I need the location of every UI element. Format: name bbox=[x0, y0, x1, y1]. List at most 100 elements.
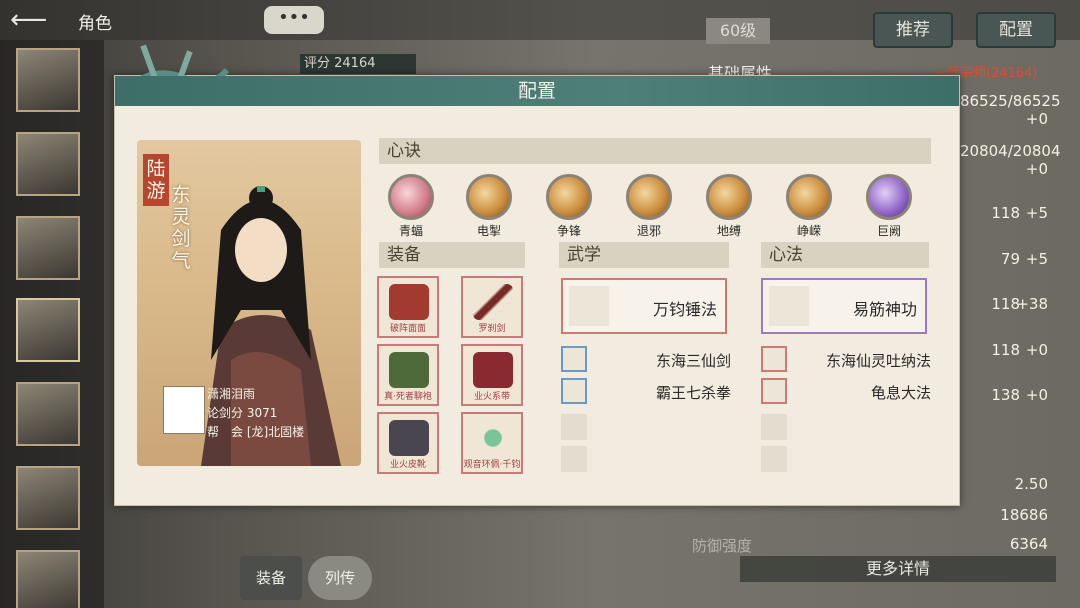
fist-stance-icon bbox=[561, 378, 587, 404]
heart-item[interactable]: 东海仙灵吐纳法 bbox=[761, 346, 931, 372]
equipment-slot[interactable]: 罗刹剑 bbox=[461, 276, 523, 338]
skill-label: 巨阙 bbox=[876, 224, 901, 238]
config-button[interactable]: 配置 bbox=[976, 12, 1056, 48]
stat-value: 6364 bbox=[1009, 535, 1048, 553]
equipment-name: 真·死者聊袍 bbox=[384, 392, 432, 402]
recommend-button[interactable]: 推荐 bbox=[873, 12, 953, 48]
equipment-slot[interactable]: 破阵面面 bbox=[377, 276, 439, 338]
skill-slot[interactable]: 地缚 bbox=[705, 174, 753, 239]
equipment-name: 罗刹剑 bbox=[478, 324, 506, 334]
equipment-slot[interactable]: 真·死者聊袍 bbox=[377, 344, 439, 406]
heart-main-name: 易筋神功 bbox=[852, 300, 917, 319]
lotus-icon bbox=[761, 346, 787, 372]
empty-heart-slot[interactable] bbox=[761, 446, 787, 472]
martial-main-slot[interactable]: 万钧锤法 bbox=[561, 278, 727, 334]
character-thumbnail[interactable] bbox=[16, 216, 80, 280]
robe-icon bbox=[389, 352, 429, 388]
stat-value: +5 bbox=[1025, 204, 1048, 222]
player-guild: 帮 会 [龙]北固楼 bbox=[207, 425, 305, 439]
equipment-name: 破阵面面 bbox=[389, 324, 426, 334]
sword-crest-icon bbox=[866, 174, 912, 220]
skill-slot[interactable]: 青蝠 bbox=[387, 174, 435, 239]
skill-slot[interactable]: 巨阙 bbox=[865, 174, 913, 239]
character-thumbnail[interactable] bbox=[16, 550, 80, 608]
sword-stance-icon bbox=[561, 346, 587, 372]
stat-value: 86525/86525 bbox=[960, 92, 1061, 110]
score-label: 评分 24164 bbox=[300, 54, 416, 74]
martial-item[interactable]: 霸王七杀拳 bbox=[561, 378, 731, 404]
character-thumbnail-selected[interactable] bbox=[16, 298, 80, 362]
section-xinjue-header: 心诀 bbox=[379, 138, 931, 164]
equipment-slot[interactable]: 业火系带 bbox=[461, 344, 523, 406]
equipment-slot[interactable]: 观音环佩·千钧 bbox=[461, 412, 523, 474]
skill-label: 退邪 bbox=[636, 224, 661, 238]
skill-label: 地缚 bbox=[716, 224, 741, 238]
equipment-name: 业火系带 bbox=[473, 392, 510, 402]
skill-slot[interactable]: 峥嵘 bbox=[785, 174, 833, 239]
equipment-name: 业火皮靴 bbox=[389, 460, 426, 470]
martial-item-name: 霸王七杀拳 bbox=[655, 384, 731, 402]
character-name: 陆游 bbox=[143, 154, 169, 206]
skill-label: 青蝠 bbox=[398, 224, 423, 238]
equipment-name: 观音环佩·千钧 bbox=[463, 460, 521, 470]
level-badge: 60级 bbox=[706, 18, 770, 44]
mask-icon bbox=[389, 284, 429, 320]
back-button[interactable]: ⟵ bbox=[10, 6, 58, 34]
pendant-icon bbox=[473, 420, 513, 456]
character-thumbnail[interactable] bbox=[16, 132, 80, 196]
tab-biography[interactable]: 列传 bbox=[308, 556, 372, 600]
heart-main-slot[interactable]: 易筋神功 bbox=[761, 278, 927, 334]
section-martial-header: 武学 bbox=[559, 242, 729, 268]
skill-slot[interactable]: 电掣 bbox=[465, 174, 513, 239]
modal-title: 配置 bbox=[115, 76, 959, 106]
stat-value: +0 bbox=[1025, 160, 1048, 178]
empty-heart-slot[interactable] bbox=[761, 414, 787, 440]
character-list bbox=[0, 40, 104, 608]
stat-value: +0 bbox=[1025, 110, 1048, 128]
back-arrow-icon: ⟵ bbox=[10, 5, 48, 35]
bat-swirl-icon bbox=[388, 174, 434, 220]
skill-slot[interactable]: 退邪 bbox=[625, 174, 673, 239]
martial-item-name: 东海三仙剑 bbox=[655, 352, 731, 370]
character-portrait-card: 陆游 东灵剑气 潇湘泪雨 论剑分 3071 帮 会 [龙]北固楼 bbox=[137, 140, 361, 466]
sword-icon bbox=[473, 284, 513, 320]
fist-icon bbox=[546, 174, 592, 220]
hammer-warrior-icon bbox=[569, 286, 609, 326]
meditation-icon bbox=[769, 286, 809, 326]
character-thumbnail[interactable] bbox=[16, 466, 80, 530]
player-name: 潇湘泪雨 bbox=[207, 387, 256, 401]
page-title: 角色 bbox=[78, 14, 112, 34]
cloud-icon bbox=[786, 174, 832, 220]
character-thumbnail[interactable] bbox=[16, 382, 80, 446]
character-title: 东灵剑气 bbox=[171, 184, 191, 272]
spiral-icon bbox=[706, 174, 752, 220]
player-avatar bbox=[163, 386, 205, 434]
empty-martial-slot[interactable] bbox=[561, 414, 587, 440]
equipment-slot[interactable]: 业火皮靴 bbox=[377, 412, 439, 474]
gate-icon bbox=[626, 174, 672, 220]
chat-button[interactable]: ••• bbox=[264, 6, 324, 34]
character-thumbnail[interactable] bbox=[16, 48, 80, 112]
belt-icon bbox=[473, 352, 513, 388]
empty-martial-slot[interactable] bbox=[561, 446, 587, 472]
martial-main-name: 万钧锤法 bbox=[652, 300, 717, 319]
martial-item[interactable]: 东海三仙剑 bbox=[561, 346, 731, 372]
player-score: 论剑分 3071 bbox=[207, 406, 278, 420]
turtle-icon bbox=[761, 378, 787, 404]
section-equip-header: 装备 bbox=[379, 242, 525, 268]
skill-slot[interactable]: 争锋 bbox=[545, 174, 593, 239]
stat-value: +0 bbox=[1025, 341, 1048, 359]
config-modal: 配置 陆游 东灵剑气 潇湘泪雨 论剑分 3071 帮 会 [龙]北固楼 心诀 青… bbox=[114, 44, 960, 506]
skill-label: 电掣 bbox=[476, 224, 501, 238]
more-details-button[interactable]: 更多详情 bbox=[740, 556, 1056, 582]
heart-item[interactable]: 龟息大法 bbox=[761, 378, 931, 404]
skill-label: 争锋 bbox=[556, 224, 581, 238]
boots-icon bbox=[389, 420, 429, 456]
skill-label: 峥嵘 bbox=[796, 224, 821, 238]
stat-value: +0 bbox=[1025, 386, 1048, 404]
heart-item-name: 东海仙灵吐纳法 bbox=[825, 352, 931, 370]
stat-value: 18686 bbox=[1000, 506, 1048, 524]
stat-value: 20804/20804 bbox=[960, 142, 1061, 160]
tab-equip[interactable]: 装备 bbox=[240, 556, 302, 600]
stat-value: +5 bbox=[1025, 250, 1048, 268]
